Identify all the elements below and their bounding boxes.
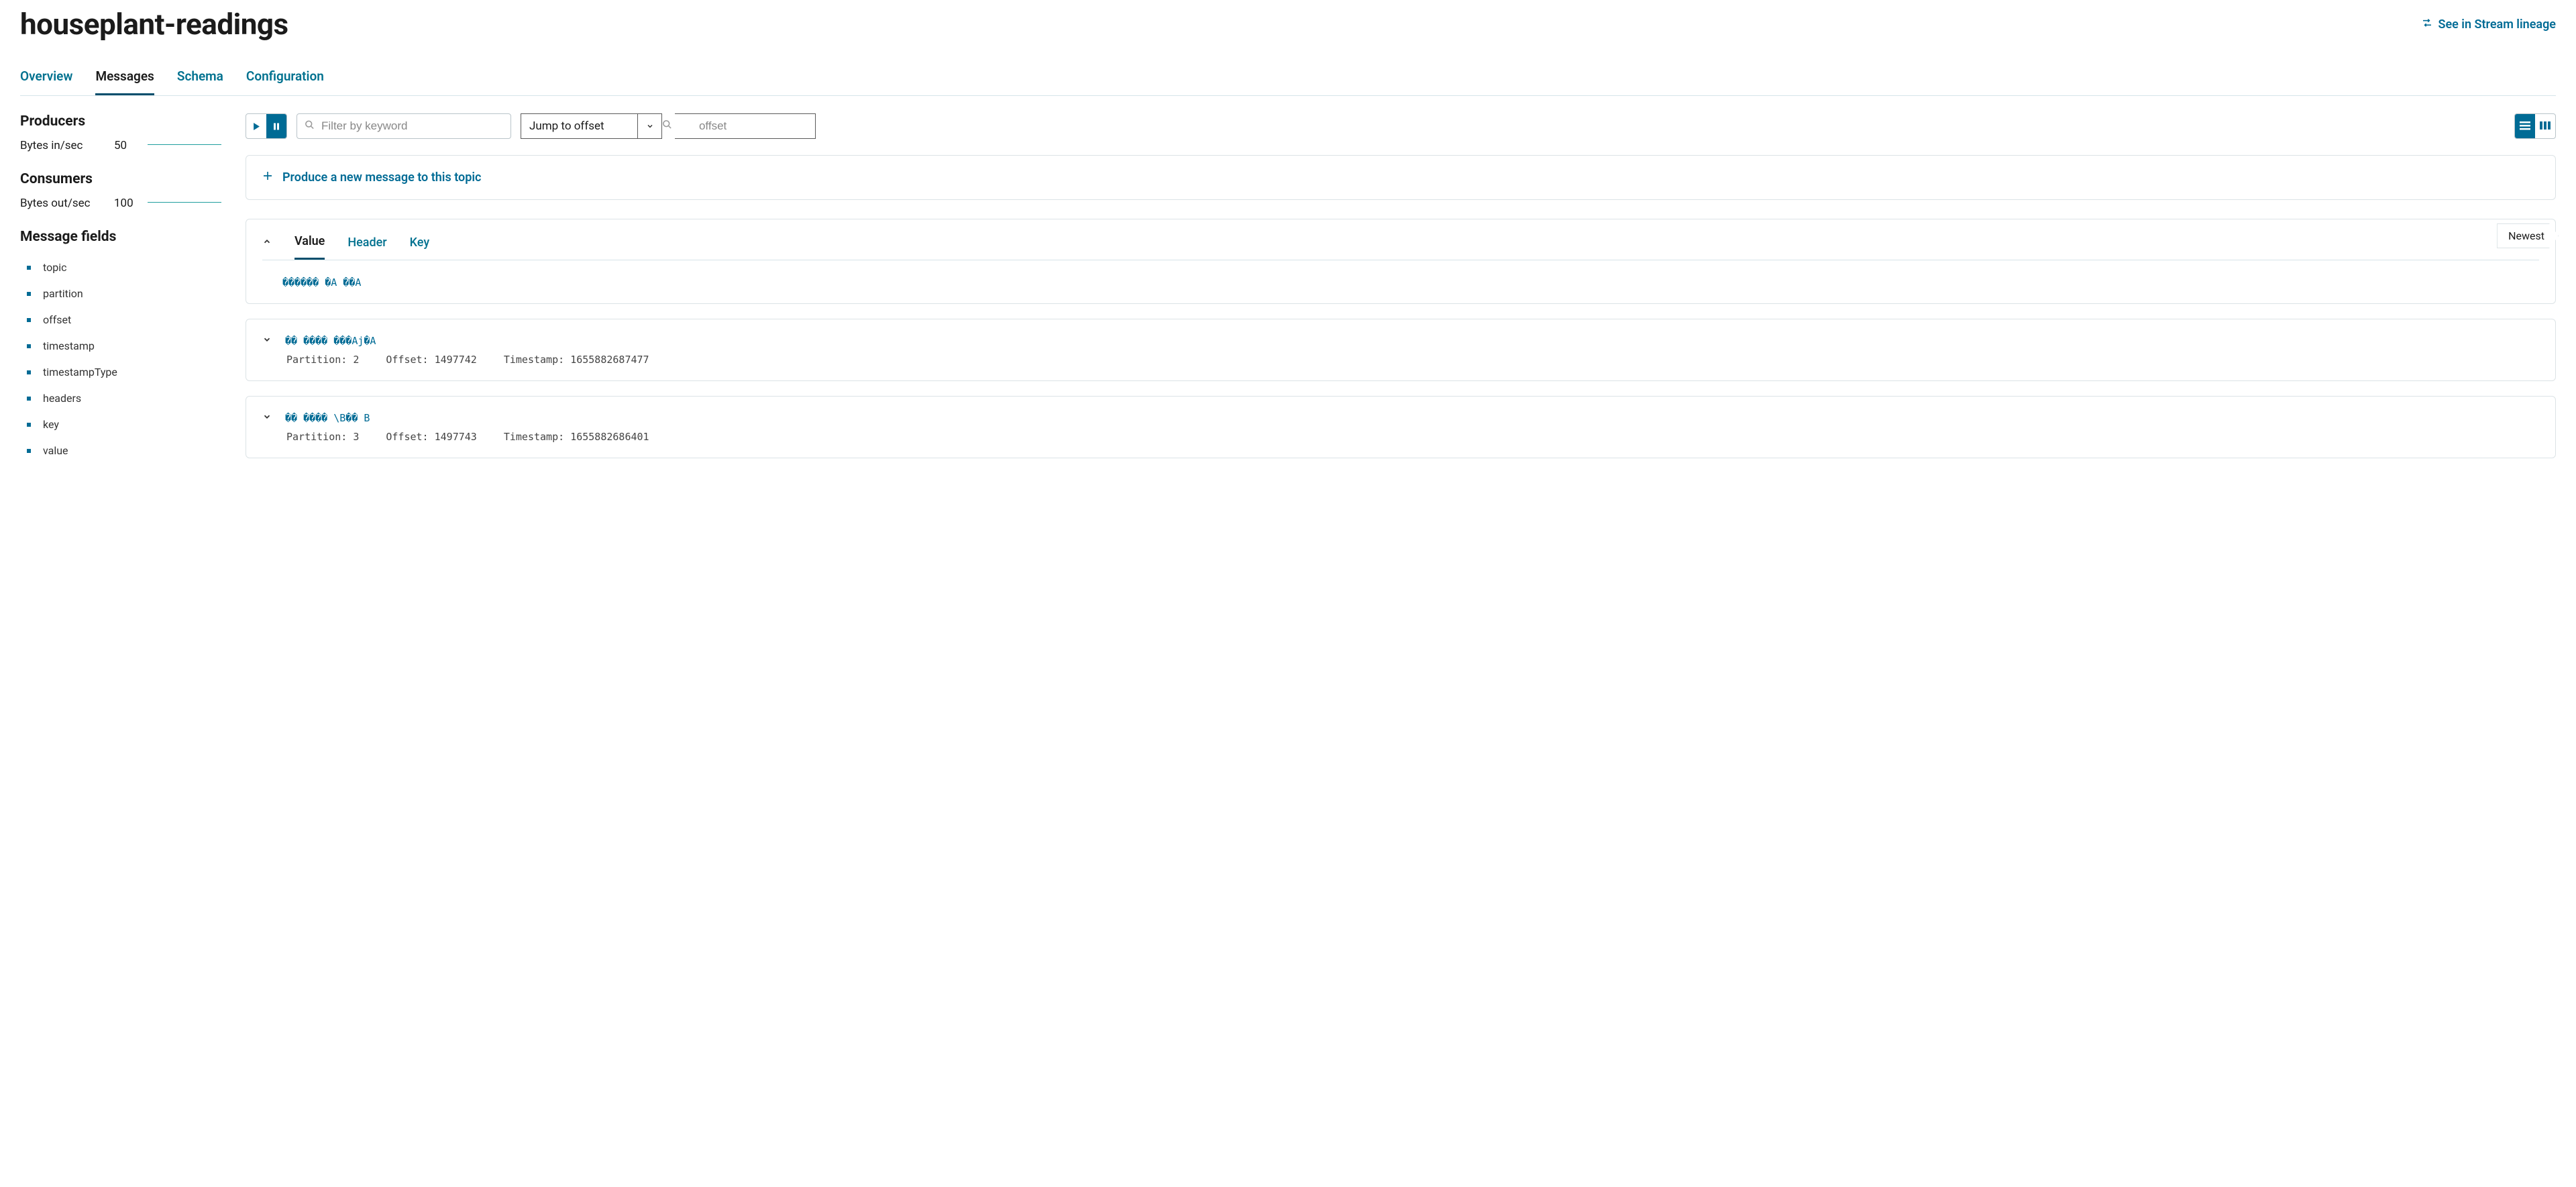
message-detail-card: Newest Value Header Key ������ �A ��A [246,219,2556,304]
play-button[interactable] [246,114,266,138]
message-value-text: �� ���� ���Aj�A [285,335,376,347]
play-icon [253,120,260,133]
message-value-text: ������ �A ��A [262,276,2539,289]
timestamp-value: 1655882686401 [570,431,649,443]
main-tabs: Overview Messages Schema Configuration [20,62,2556,96]
newest-badge: Newest [2497,223,2559,248]
field-item[interactable]: key [27,411,221,437]
tab-schema[interactable]: Schema [177,62,223,95]
field-item[interactable]: timestamp [27,333,221,359]
plus-icon [262,170,273,185]
search-icon [305,120,315,133]
columns-view-button[interactable] [2535,114,2555,138]
filter-keyword-input[interactable] [297,113,511,139]
subtab-header[interactable]: Header [347,236,386,259]
field-item[interactable]: timestampType [27,359,221,385]
message-value-text: �� ���� \B�� B [285,412,370,424]
producers-heading: Producers [20,113,221,130]
tab-configuration[interactable]: Configuration [246,62,324,95]
subtab-value[interactable]: Value [294,234,325,260]
expand-toggle[interactable] [262,334,272,347]
stream-lineage-label: See in Stream lineage [2438,17,2556,32]
consumers-heading: Consumers [20,171,221,187]
list-icon [2520,120,2530,133]
page-title: houseplant-readings [20,7,288,42]
bytes-in-label: Bytes in/sec [20,139,114,152]
partition-value: 3 [353,431,359,443]
stream-lineage-link[interactable]: See in Stream lineage [2422,17,2556,32]
partition-value: 2 [353,354,359,366]
jump-to-offset-select[interactable]: Jump to offset [521,113,638,139]
message-row[interactable]: �� ���� \B�� B Partition: 3 Offset: 1497… [246,396,2556,458]
field-item[interactable]: offset [27,307,221,333]
pause-button[interactable] [266,114,286,138]
timestamp-value: 1655882687477 [570,354,649,366]
tab-overview[interactable]: Overview [20,62,72,95]
search-icon [662,119,675,132]
swap-arrows-icon [2422,17,2432,32]
expand-toggle[interactable] [262,411,272,424]
produce-message-button[interactable]: Produce a new message to this topic [246,155,2556,200]
jump-dropdown-button[interactable] [638,113,662,139]
bytes-in-value: 50 [114,139,148,152]
subtab-key[interactable]: Key [410,236,430,259]
field-item[interactable]: partition [27,280,221,307]
bytes-out-sparkline [148,202,221,203]
produce-message-label: Produce a new message to this topic [282,170,481,185]
field-item[interactable]: headers [27,385,221,411]
collapse-toggle[interactable] [262,236,272,258]
tab-messages[interactable]: Messages [95,62,154,95]
pause-icon [273,120,280,133]
bytes-out-label: Bytes out/sec [20,197,114,210]
offset-value: 1497742 [435,354,477,366]
field-item[interactable]: value [27,437,221,464]
message-fields-heading: Message fields [20,229,221,245]
message-fields-list: topic partition offset timestamp timesta… [20,254,221,464]
offset-value: 1497743 [435,431,477,443]
field-item[interactable]: topic [27,254,221,280]
columns-icon [2540,120,2551,133]
chevron-down-icon [646,120,654,133]
list-view-button[interactable] [2515,114,2535,138]
bytes-in-sparkline [148,144,221,145]
message-row[interactable]: �� ���� ���Aj�A Partition: 2 Offset: 149… [246,319,2556,381]
offset-input[interactable] [675,113,816,139]
bytes-out-value: 100 [114,197,148,210]
